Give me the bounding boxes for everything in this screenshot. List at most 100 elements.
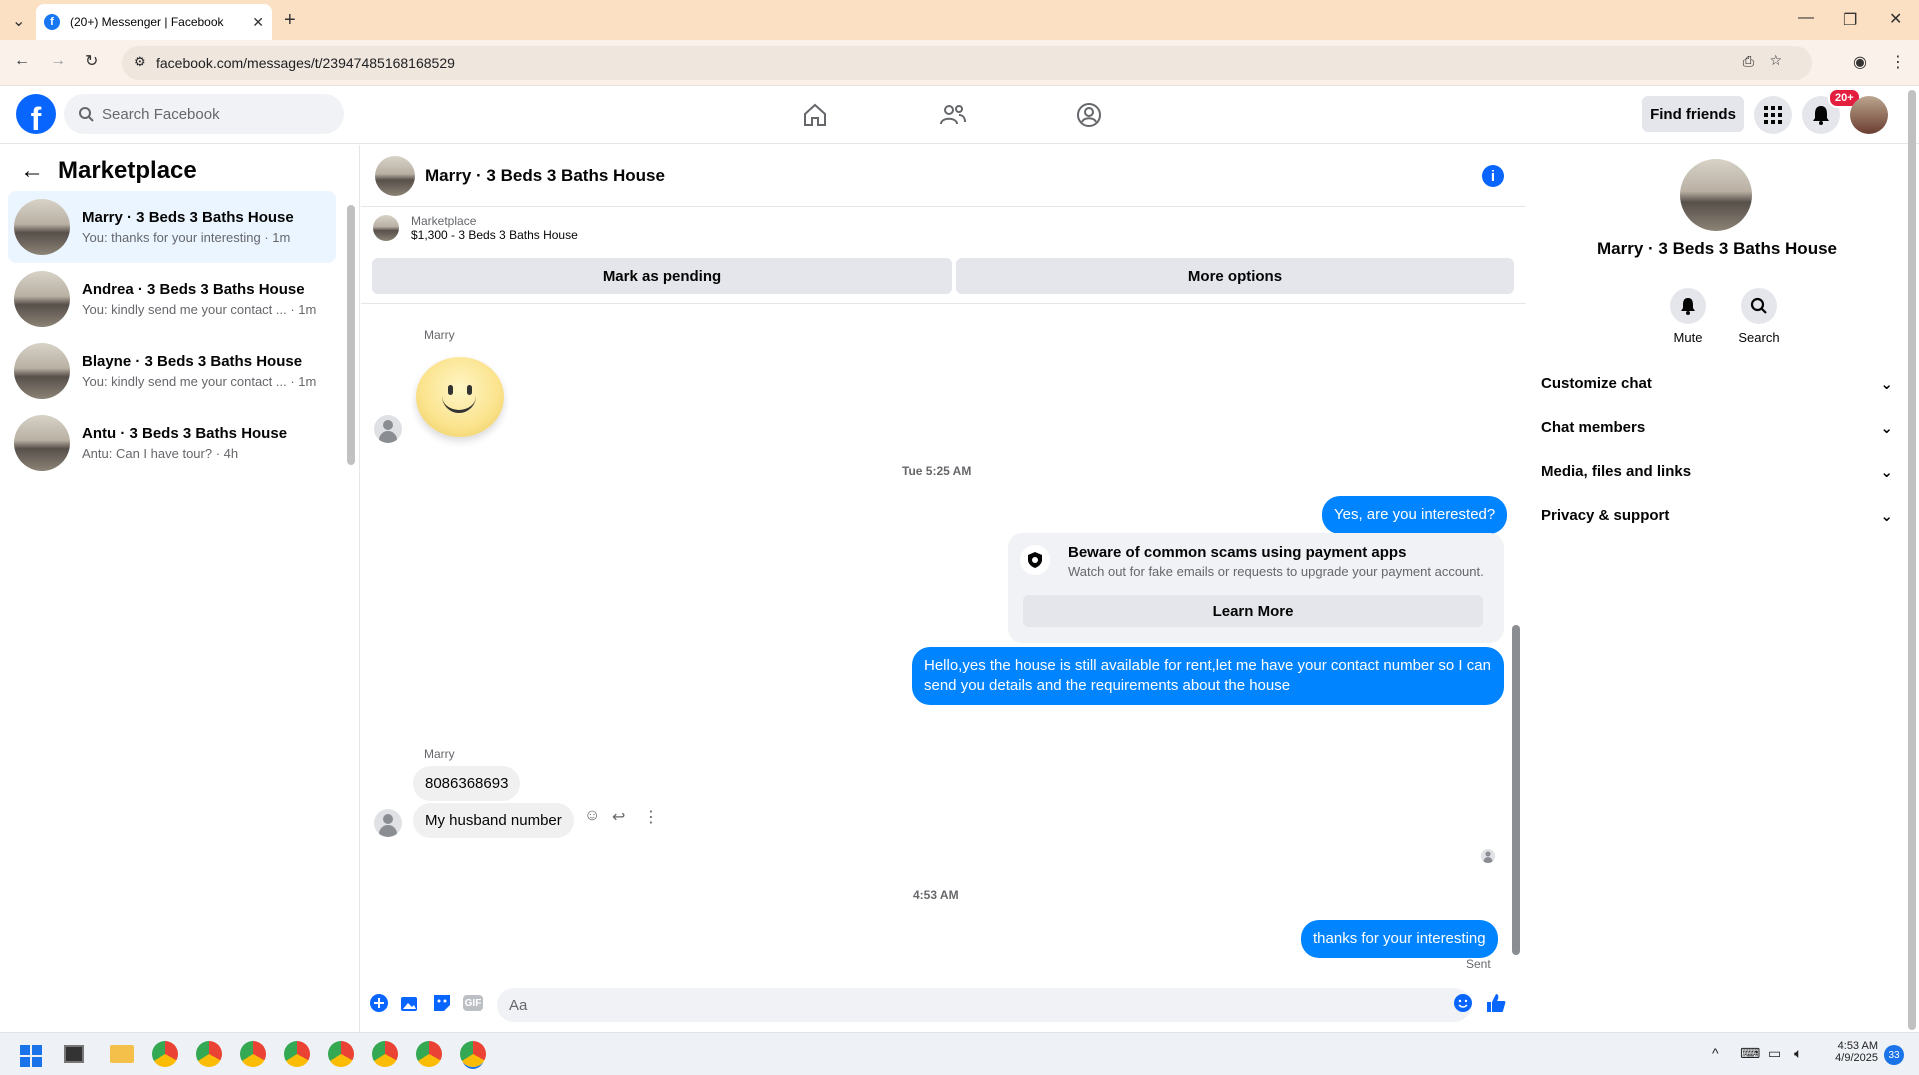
forward-icon[interactable]: → — [50, 52, 66, 70]
windows-start-icon[interactable] — [20, 1045, 42, 1067]
conversation-avatar — [14, 415, 70, 471]
chevron-down-icon: ⌄ — [1880, 420, 1893, 437]
learn-more-button[interactable]: Learn More — [1023, 595, 1483, 627]
chat-title[interactable]: Marry · 3 Beds 3 Baths House — [425, 166, 665, 186]
volume-icon[interactable]: 🔈︎ — [1794, 1045, 1802, 1062]
conversation-avatar — [14, 343, 70, 399]
section-label: Chat members — [1541, 419, 1646, 436]
profile-icon[interactable]: ◉ — [1853, 52, 1867, 72]
photo-icon[interactable] — [399, 992, 421, 1014]
back-arrow-icon[interactable]: ← — [20, 157, 44, 185]
search-conversation-button[interactable]: Search — [1729, 288, 1789, 345]
sender-name: Marry — [424, 328, 455, 342]
close-window-icon[interactable]: ✕ — [1889, 9, 1902, 29]
new-tab-icon[interactable]: + — [284, 9, 296, 32]
emoji-icon[interactable] — [1452, 992, 1474, 1014]
minimize-icon[interactable]: — — [1798, 9, 1814, 27]
url-field[interactable]: ⚙ facebook.com/messages/t/23947485168168… — [122, 46, 1812, 80]
marketplace-listing-bar[interactable]: Marketplace $1,300 - 3 Beds 3 Baths Hous… — [361, 207, 1526, 249]
find-friends-button[interactable]: Find friends — [1642, 96, 1744, 132]
windows-taskbar: ^ ⌨ ▭ 🔈︎ 4:53 AM 4/9/2025 33 — [0, 1032, 1919, 1075]
network-icon[interactable]: ▭ — [1768, 1045, 1781, 1062]
reload-icon[interactable]: ↻ — [85, 51, 98, 71]
section-label: Customize chat — [1541, 375, 1652, 392]
task-view-icon[interactable] — [64, 1045, 84, 1063]
page-scrollbar[interactable] — [1908, 90, 1916, 1030]
message-bubble-incoming[interactable]: My husband number — [413, 803, 574, 838]
customize-chat-section[interactable]: Customize chat ⌄ — [1541, 375, 1893, 393]
bookmark-star-icon[interactable]: ☆ — [1769, 52, 1782, 69]
composer: GIF Aa — [361, 980, 1526, 1032]
conversation-name: Marry · 3 Beds 3 Baths House — [82, 209, 294, 226]
timestamp: 4:53 AM — [913, 888, 959, 902]
facebook-search-input[interactable]: Search Facebook — [64, 94, 344, 134]
browser-tab[interactable]: f (20+) Messenger | Facebook ✕ — [36, 4, 272, 40]
thumbs-up-icon[interactable] — [1485, 992, 1507, 1014]
contact-avatar[interactable] — [1680, 159, 1752, 231]
facebook-favicon-icon: f — [44, 14, 60, 30]
chrome-icon[interactable] — [240, 1041, 266, 1067]
reply-icon[interactable]: ↩ — [612, 807, 625, 827]
chrome-icon[interactable] — [284, 1041, 310, 1067]
chat-avatar[interactable] — [375, 155, 415, 196]
more-options-button[interactable]: More options — [956, 258, 1514, 294]
browser-menu-icon[interactable]: ⋮ — [1890, 52, 1906, 72]
smiley-sticker — [416, 357, 504, 437]
chat-members-section[interactable]: Chat members ⌄ — [1541, 419, 1893, 437]
search-label: Search — [1738, 330, 1780, 345]
groups-icon[interactable] — [1073, 100, 1105, 130]
conversation-item[interactable]: Blayne · 3 Beds 3 Baths House You: kindly… — [8, 335, 336, 407]
site-info-icon[interactable]: ⚙ — [134, 54, 146, 70]
conversation-item[interactable]: Andrea · 3 Beds 3 Baths House You: kindly… — [8, 263, 336, 335]
chat-scrollbar[interactable] — [1512, 625, 1520, 955]
clock[interactable]: 4:53 AM 4/9/2025 — [1822, 1040, 1878, 1064]
section-label: Media, files and links — [1541, 463, 1692, 480]
account-avatar[interactable] — [1850, 96, 1888, 134]
install-app-icon[interactable]: ⎙ — [1743, 53, 1754, 70]
message-bubble-outgoing[interactable]: Yes, are you interested? — [1322, 496, 1508, 534]
chevron-down-icon: ⌄ — [1880, 376, 1893, 393]
mute-button[interactable]: Mute — [1658, 288, 1718, 345]
gif-icon[interactable]: GIF — [463, 995, 483, 1011]
back-icon[interactable]: ← — [14, 52, 30, 70]
tab-search-chevron-icon[interactable]: ⌄ — [12, 11, 25, 31]
friends-icon[interactable] — [937, 100, 969, 130]
restore-icon[interactable]: ❐ — [1843, 10, 1857, 30]
menu-grid-icon[interactable] — [1754, 96, 1792, 134]
sender-avatar — [374, 415, 402, 443]
chevron-down-icon: ⌄ — [1880, 464, 1893, 481]
chevron-down-icon: ⌄ — [1880, 508, 1893, 525]
sticker-icon[interactable] — [431, 992, 453, 1014]
shield-icon — [1020, 545, 1050, 575]
clock-time: 4:53 AM — [1837, 1040, 1878, 1052]
conversation-item[interactable]: Marry · 3 Beds 3 Baths House You: thanks … — [8, 191, 336, 263]
chrome-icon[interactable] — [152, 1041, 178, 1067]
message-bubble-outgoing[interactable]: Hello,yes the house is still available f… — [912, 647, 1504, 705]
tray-chevron-icon[interactable]: ^ — [1712, 1045, 1719, 1061]
message-bubble-incoming[interactable]: 8086368693 — [413, 766, 521, 801]
facebook-logo-icon[interactable]: f — [16, 94, 56, 134]
info-icon[interactable]: i — [1482, 165, 1504, 187]
chrome-icon[interactable] — [372, 1041, 398, 1067]
file-explorer-icon[interactable] — [110, 1045, 134, 1063]
privacy-support-section[interactable]: Privacy & support ⌄ — [1541, 507, 1893, 525]
mark-as-pending-button[interactable]: Mark as pending — [372, 258, 952, 294]
chrome-icon[interactable] — [416, 1041, 442, 1067]
notification-count-badge[interactable]: 33 — [1884, 1045, 1904, 1065]
conversation-name: Andrea · 3 Beds 3 Baths House — [82, 281, 305, 298]
chrome-icon[interactable] — [328, 1041, 354, 1067]
mute-label: Mute — [1673, 330, 1703, 345]
react-emoji-icon[interactable]: ☺ — [584, 807, 600, 825]
message-input[interactable]: Aa — [497, 988, 1471, 1022]
message-bubble-outgoing[interactable]: thanks for your interesting — [1301, 920, 1498, 958]
conversation-item[interactable]: Antu · 3 Beds 3 Baths House Antu: Can I h… — [8, 407, 336, 479]
chrome-icon[interactable] — [196, 1041, 222, 1067]
plus-circle-icon[interactable] — [368, 992, 390, 1014]
chrome-icon-active[interactable] — [460, 1041, 486, 1067]
more-actions-icon[interactable]: ⋮ — [643, 807, 659, 827]
media-files-links-section[interactable]: Media, files and links ⌄ — [1541, 463, 1893, 481]
close-tab-icon[interactable]: ✕ — [252, 14, 264, 31]
home-icon[interactable] — [799, 100, 831, 130]
conversation-list-scrollbar[interactable] — [347, 205, 355, 465]
keyboard-icon[interactable]: ⌨ — [1740, 1045, 1760, 1062]
